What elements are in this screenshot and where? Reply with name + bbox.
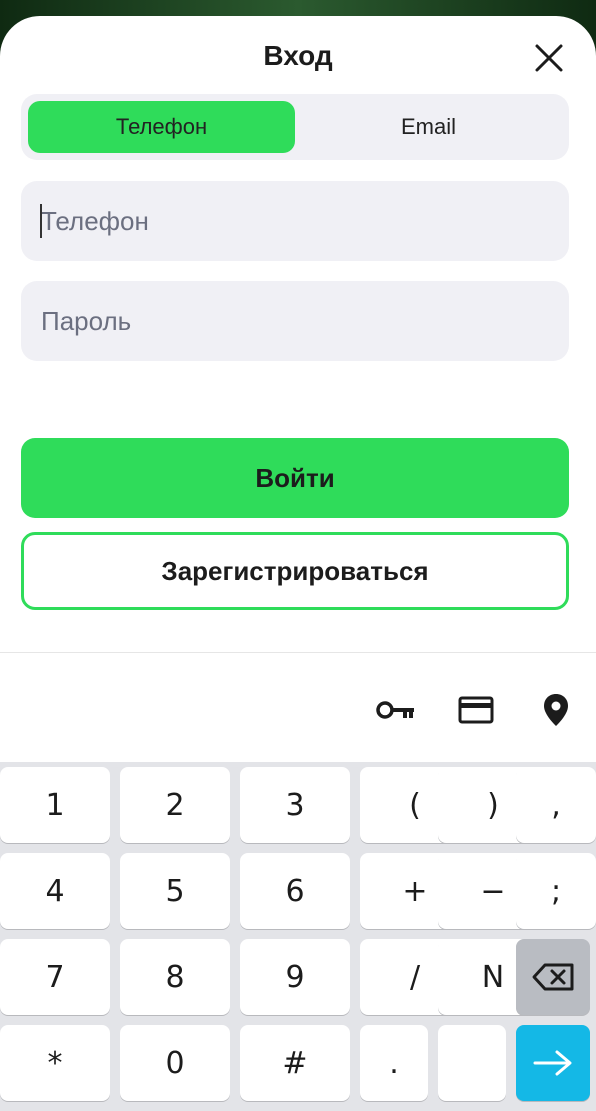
key-2[interactable]: 2 [120, 767, 230, 843]
tab-phone[interactable]: Телефон [28, 101, 295, 153]
backspace-icon [532, 963, 574, 991]
key-9[interactable]: 9 [240, 939, 350, 1015]
key-backspace[interactable] [516, 939, 590, 1015]
close-icon [535, 44, 563, 72]
key-semicolon[interactable]: ; [516, 853, 596, 929]
tab-email[interactable]: Email [295, 101, 562, 153]
password-input[interactable] [21, 281, 569, 361]
key-5[interactable]: 5 [120, 853, 230, 929]
key-enter[interactable] [516, 1025, 590, 1101]
key-7[interactable]: 7 [0, 939, 110, 1015]
key-space[interactable] [438, 1025, 506, 1101]
numeric-keyboard: 1 2 3 ( ) , 4 5 6 + − ; 7 8 9 / N * 0 # … [0, 762, 596, 1111]
close-button[interactable] [528, 40, 570, 76]
key-8[interactable]: 8 [120, 939, 230, 1015]
key-0[interactable]: 0 [120, 1025, 230, 1101]
key-1[interactable]: 1 [0, 767, 110, 843]
register-button[interactable]: Зарегистрироваться [21, 532, 569, 610]
key-4[interactable]: 4 [0, 853, 110, 929]
location-pin-icon[interactable] [534, 688, 578, 732]
key-6[interactable]: 6 [240, 853, 350, 929]
key-hash[interactable]: # [240, 1025, 350, 1101]
key-period[interactable]: . [360, 1025, 428, 1101]
page-title: Вход [263, 40, 333, 71]
login-button[interactable]: Войти [21, 438, 569, 518]
key-icon[interactable] [374, 688, 418, 732]
keyboard-toolbar [0, 652, 596, 762]
key-3[interactable]: 3 [240, 767, 350, 843]
arrow-right-icon [533, 1050, 572, 1076]
text-caret [40, 204, 42, 238]
key-asterisk[interactable]: * [0, 1025, 110, 1101]
credit-card-icon[interactable] [454, 688, 498, 732]
key-comma[interactable]: , [516, 767, 596, 843]
login-method-tabs: Телефон Email [21, 94, 569, 160]
phone-input[interactable] [21, 181, 569, 261]
